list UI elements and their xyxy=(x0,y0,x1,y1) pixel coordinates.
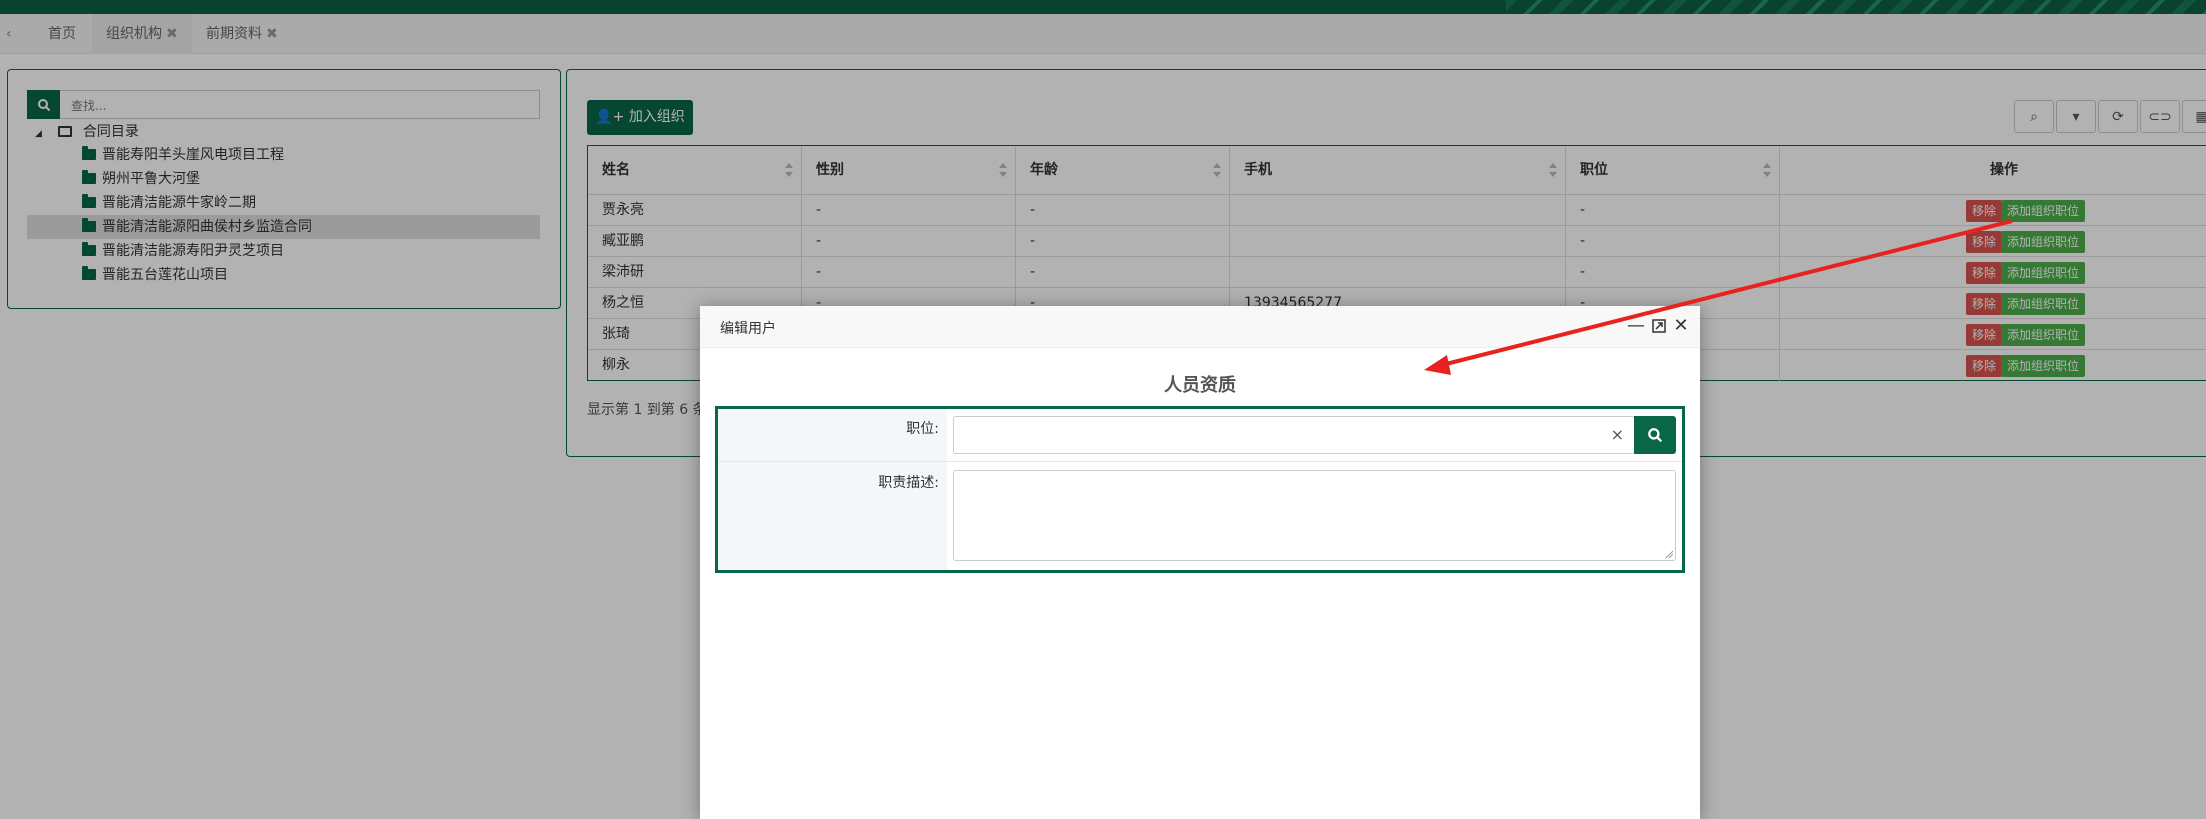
annotation-arrow xyxy=(1424,219,2013,375)
